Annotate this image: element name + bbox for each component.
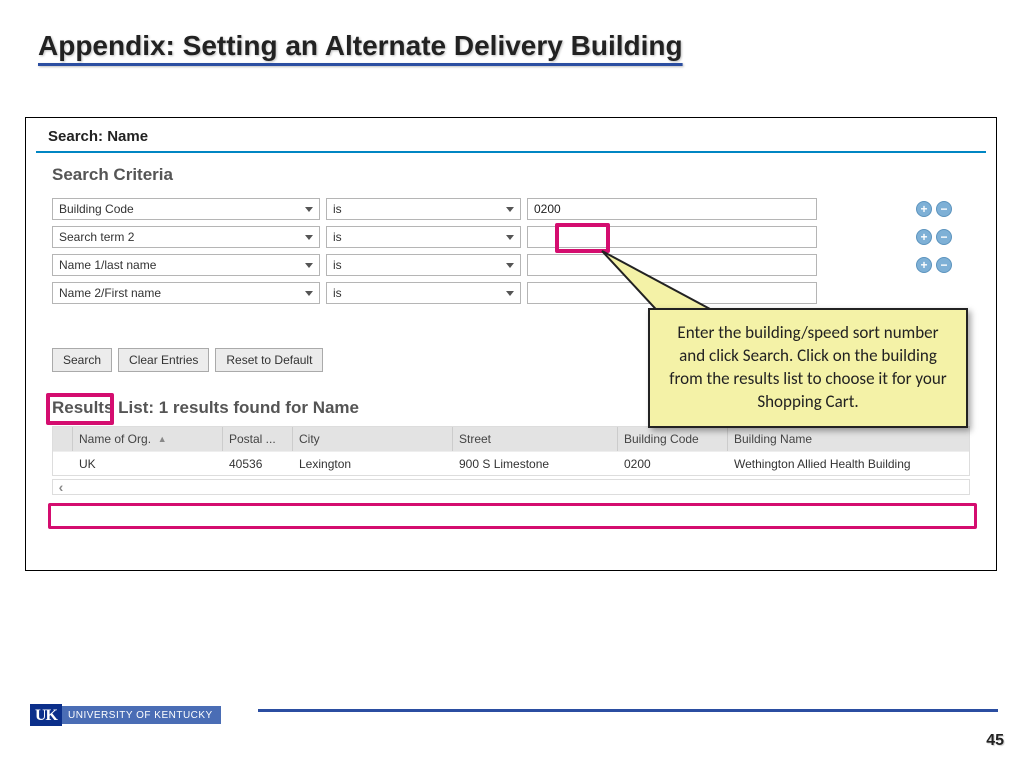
panel-header: Search: Name xyxy=(26,118,996,151)
uk-logo: UK UNIVERSITY OF KENTUCKY xyxy=(30,704,221,726)
col-name[interactable]: Building Name xyxy=(728,427,969,451)
col-postal[interactable]: Postal ... xyxy=(223,427,293,451)
chevron-down-icon xyxy=(305,291,313,296)
operator-select[interactable]: is xyxy=(326,226,521,248)
criteria-rows: Building Code is + − Search term 2 is + … xyxy=(26,197,996,305)
criteria-row: Search term 2 is + − xyxy=(52,225,970,249)
highlight-search-button xyxy=(46,393,114,425)
row-controls: + − xyxy=(916,201,952,217)
logo-mark: UK xyxy=(30,704,62,726)
operator-select[interactable]: is xyxy=(326,282,521,304)
chevron-down-icon xyxy=(506,207,514,212)
criteria-row: Building Code is + − xyxy=(52,197,970,221)
operator-select[interactable]: is xyxy=(326,198,521,220)
field-select[interactable]: Name 2/First name xyxy=(52,282,320,304)
page-title: Appendix: Setting an Alternate Delivery … xyxy=(38,30,683,62)
col-org[interactable]: Name of Org. ▲ xyxy=(73,427,223,451)
criteria-row: Name 2/First name is xyxy=(52,281,970,305)
op-label: is xyxy=(333,258,342,272)
callout-box: Enter the building/speed sort number and… xyxy=(648,308,968,428)
remove-row-icon[interactable]: − xyxy=(936,229,952,245)
value-input[interactable] xyxy=(527,198,817,220)
chevron-down-icon xyxy=(506,263,514,268)
row-controls: + − xyxy=(916,229,952,245)
remove-row-icon[interactable]: − xyxy=(936,257,952,273)
field-label: Name 1/last name xyxy=(59,258,156,272)
chevron-down-icon xyxy=(305,207,313,212)
chevron-left-icon[interactable]: ‹ xyxy=(53,479,69,495)
divider xyxy=(36,151,986,153)
cell-org: UK xyxy=(73,457,223,471)
remove-row-icon[interactable]: − xyxy=(936,201,952,217)
page-number: 45 xyxy=(986,732,1004,750)
cell-name: Wethington Allied Health Building xyxy=(728,457,969,471)
cell-street: 900 S Limestone xyxy=(453,457,618,471)
chevron-down-icon xyxy=(506,235,514,240)
field-label: Building Code xyxy=(59,202,134,216)
cell-postal: 40536 xyxy=(223,457,293,471)
criteria-title: Search Criteria xyxy=(26,161,996,197)
field-select[interactable]: Name 1/last name xyxy=(52,254,320,276)
table-row[interactable]: UK 40536 Lexington 900 S Limestone 0200 … xyxy=(53,451,969,475)
chevron-down-icon xyxy=(305,235,313,240)
field-label: Name 2/First name xyxy=(59,286,161,300)
footer-divider xyxy=(258,709,998,712)
clear-button[interactable]: Clear Entries xyxy=(118,348,209,372)
cell-code: 0200 xyxy=(618,457,728,471)
col-street[interactable]: Street xyxy=(453,427,618,451)
reset-button[interactable]: Reset to Default xyxy=(215,348,323,372)
field-select[interactable]: Search term 2 xyxy=(52,226,320,248)
field-label: Search term 2 xyxy=(59,230,134,244)
highlight-result-row xyxy=(48,503,977,529)
op-label: is xyxy=(333,230,342,244)
results-table: Name of Org. ▲ Postal ... City Street Bu… xyxy=(52,426,970,476)
col-code[interactable]: Building Code xyxy=(618,427,728,451)
add-row-icon[interactable]: + xyxy=(916,257,932,273)
criteria-row: Name 1/last name is + − xyxy=(52,253,970,277)
operator-select[interactable]: is xyxy=(326,254,521,276)
chevron-down-icon xyxy=(305,263,313,268)
op-label: is xyxy=(333,286,342,300)
search-button[interactable]: Search xyxy=(52,348,112,372)
col-city[interactable]: City xyxy=(293,427,453,451)
chevron-down-icon xyxy=(506,291,514,296)
add-row-icon[interactable]: + xyxy=(916,229,932,245)
table-header: Name of Org. ▲ Postal ... City Street Bu… xyxy=(53,427,969,451)
field-select[interactable]: Building Code xyxy=(52,198,320,220)
row-controls: + − xyxy=(916,257,952,273)
horizontal-scrollbar[interactable]: ‹ xyxy=(52,479,970,495)
op-label: is xyxy=(333,202,342,216)
logo-text: UNIVERSITY OF KENTUCKY xyxy=(62,706,221,724)
add-row-icon[interactable]: + xyxy=(916,201,932,217)
cell-city: Lexington xyxy=(293,457,453,471)
